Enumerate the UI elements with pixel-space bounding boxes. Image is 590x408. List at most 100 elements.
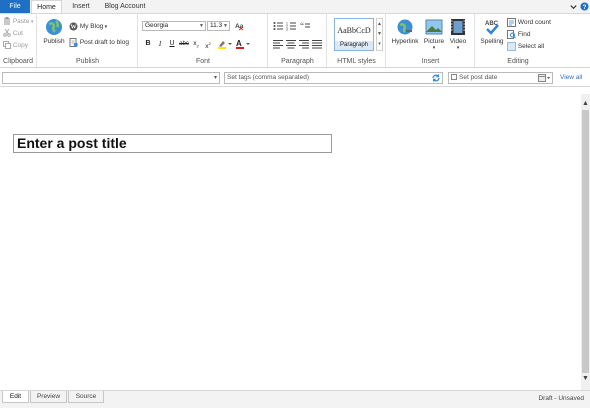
cut-label: Cut — [12, 30, 23, 37]
post-title-input[interactable]: Enter a post title — [13, 134, 332, 153]
font-group-label: Font — [195, 58, 210, 65]
spelling-button[interactable]: ABC Spelling — [478, 18, 506, 45]
align-center-icon[interactable] — [286, 39, 296, 49]
video-button[interactable]: Video ▾ — [447, 18, 469, 51]
help-icon[interactable]: ? — [580, 2, 589, 11]
paste-icon — [4, 17, 10, 26]
calendar-icon[interactable] — [538, 74, 550, 82]
insert-group: Hyperlink Picture ▾ Video ▾ Insert — [387, 14, 475, 67]
align-right-icon[interactable] — [299, 39, 309, 49]
clipboard-group-label: Clipboard — [3, 58, 33, 65]
html-styles-group-label: HTML styles — [337, 58, 376, 65]
post-date-field[interactable]: Set post date — [448, 72, 553, 84]
tags-placeholder: Set tags (comma separated) — [227, 74, 310, 81]
tab-source[interactable]: Source — [68, 391, 104, 403]
scrollbar-thumb[interactable] — [582, 110, 589, 373]
chevron-down-icon: ▼ — [199, 23, 204, 29]
copy-icon — [3, 41, 11, 50]
word-count-button[interactable]: Word count — [507, 18, 551, 28]
clipboard-group: Paste ▾ Cut Copy Clipboard — [0, 14, 37, 67]
paste-button[interactable]: Paste ▾ — [3, 17, 33, 27]
clear-formatting-icon[interactable]: Aa — [234, 21, 244, 31]
find-button[interactable]: Find — [507, 30, 530, 40]
chevron-down-icon: ▾ — [213, 75, 217, 81]
publish-group: Publish W My Blog ▾ Post draft to blog P… — [38, 14, 138, 67]
insert-group-label: Insert — [421, 58, 440, 65]
font-family-select[interactable]: Georgia ▼ — [142, 21, 206, 31]
tags-input[interactable]: Set tags (comma separated) — [224, 72, 443, 84]
styles-gallery-scroller[interactable]: ▲ ▼ ▾ — [376, 18, 383, 51]
svg-text:?: ? — [583, 4, 587, 11]
tab-home[interactable]: Home — [31, 0, 62, 14]
find-icon — [507, 30, 516, 39]
publish-button[interactable]: Publish — [41, 18, 67, 45]
paragraph-group-label: Paragraph — [281, 58, 314, 65]
post-draft-button[interactable]: Post draft to blog — [69, 38, 129, 48]
copy-button[interactable]: Copy — [3, 41, 28, 51]
scroll-up-icon[interactable]: ▲ — [581, 100, 590, 108]
bullet-list-icon[interactable] — [273, 21, 283, 31]
paste-label: Paste — [12, 18, 30, 25]
svg-text:“: “ — [300, 21, 304, 31]
font-size-select[interactable]: 11.3 ▼ — [207, 21, 230, 31]
wordpress-icon: W — [69, 22, 78, 31]
tab-preview[interactable]: Preview — [30, 391, 67, 403]
style-paragraph-button[interactable]: AaBbCcD Paragraph — [334, 18, 374, 51]
editing-group: ABC Spelling Word count Find Select all … — [476, 14, 560, 67]
video-icon — [451, 19, 465, 35]
blog-selector[interactable]: W My Blog ▾ — [69, 22, 107, 32]
font-group: Georgia ▼ 11.3 ▼ Aa B I U abc x2 x2 A Font — [139, 14, 268, 67]
post-draft-label: Post draft to blog — [79, 39, 129, 47]
align-left-icon[interactable] — [273, 39, 283, 49]
tab-insert[interactable]: Insert — [66, 0, 96, 13]
strikethrough-button[interactable]: abc — [179, 39, 189, 49]
hyperlink-label: Hyperlink — [391, 38, 419, 45]
editor-canvas[interactable]: Enter a post title — [0, 94, 581, 390]
refresh-tags-icon[interactable] — [432, 74, 440, 82]
select-all-button[interactable]: Select all — [507, 42, 544, 52]
post-date-checkbox[interactable] — [451, 74, 457, 81]
numbered-list-icon[interactable]: 123 — [286, 21, 296, 31]
justify-icon[interactable] — [312, 39, 322, 49]
paragraph-group: 123 “ Paragraph — [269, 14, 327, 67]
font-size-value: 11.3 — [210, 22, 223, 29]
svg-text:W: W — [71, 25, 77, 31]
font-family-value: Georgia — [145, 22, 169, 29]
category-select[interactable]: ▾ — [2, 72, 220, 84]
svg-text:3: 3 — [286, 28, 288, 32]
copy-label: Copy — [12, 42, 28, 49]
blockquote-icon[interactable]: “ — [300, 21, 310, 31]
scroll-down-icon[interactable]: ▼ — [581, 375, 590, 383]
publish-label: Publish — [43, 38, 65, 45]
video-label: Video — [449, 38, 467, 45]
subscript-button[interactable]: x2 — [191, 39, 201, 49]
tab-edit[interactable]: Edit — [2, 391, 29, 403]
hyperlink-globe-icon — [397, 19, 413, 35]
globe-icon — [46, 19, 62, 35]
tab-blog-account[interactable]: Blog Account — [97, 0, 153, 13]
publish-group-label: Publish — [76, 58, 99, 65]
view-all-link[interactable]: View all — [560, 74, 582, 81]
cut-button[interactable]: Cut — [3, 29, 23, 39]
chevron-down-icon: ▾ — [456, 45, 460, 51]
editing-group-label: Editing — [507, 58, 529, 65]
hyperlink-button[interactable]: Hyperlink — [391, 18, 419, 45]
word-count-icon — [507, 18, 516, 27]
picture-button[interactable]: Picture ▾ — [423, 18, 445, 51]
highlight-icon[interactable] — [217, 39, 233, 49]
underline-button[interactable]: U — [167, 39, 177, 49]
draft-icon — [69, 38, 78, 47]
style-name-label: Paragraph — [335, 41, 373, 50]
spelling-label: Spelling — [480, 38, 504, 45]
tab-file[interactable]: File — [0, 0, 30, 13]
italic-button[interactable]: I — [155, 39, 165, 49]
minimize-ribbon-icon[interactable] — [569, 2, 578, 11]
chevron-down-icon: ▼ — [223, 23, 228, 29]
font-color-icon[interactable]: A — [235, 39, 251, 49]
superscript-button[interactable]: x2 — [203, 39, 213, 50]
save-status: Draft - Unsaved — [538, 395, 584, 402]
bold-button[interactable]: B — [143, 39, 153, 49]
blog-name: My Blog — [79, 23, 104, 31]
find-label: Find — [517, 31, 531, 39]
editor-scrollbar[interactable]: ▲ ▼ — [581, 94, 590, 390]
